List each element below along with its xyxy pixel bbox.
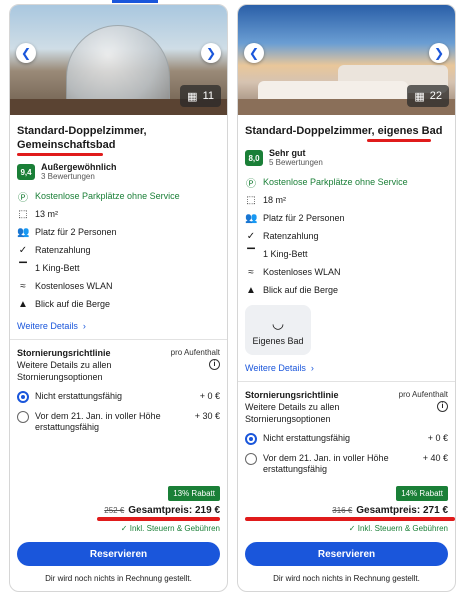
feature-occupancy: 👥 Platz für 2 Personen	[17, 226, 117, 238]
redaction-mark	[367, 139, 431, 142]
rating-label: Außergewöhnlich	[41, 162, 117, 172]
rating-count: 5 Bewertungen	[269, 158, 323, 167]
rating-score: 9,4	[17, 164, 35, 180]
room-photo[interactable]: ❮ ❯ ▦ 11	[10, 5, 227, 115]
cancel-option-nonrefundable[interactable]: Nicht erstattungsfähig + 0 €	[17, 391, 220, 403]
radio-selected[interactable]	[17, 391, 29, 403]
price-block: 13% Rabatt 252 € Gesamtpreis: 219 € ✓ In…	[10, 483, 227, 591]
feature-bed: ▔ 1 King-Bett	[245, 245, 448, 263]
people-icon: 👥	[245, 212, 258, 224]
feature-wifi: ≈ Kostenloses WLAN	[245, 263, 448, 281]
feature-payment: ✓ Ratenzahlung	[246, 230, 319, 242]
feature-parking: Ⓟ Kostenlose Parkplätze ohne Service	[245, 173, 448, 191]
old-price: 252 €	[104, 506, 125, 515]
discount-badge: 14% Rabatt	[396, 486, 448, 501]
billing-note: Dir wird noch nichts in Rechnung gestell…	[273, 574, 420, 583]
wifi-icon: ≈	[20, 280, 26, 292]
feature-view: ▲ Blick auf die Berge	[18, 298, 111, 310]
cancellation-title: Stornierungsrichtlinie	[245, 390, 339, 400]
amenity-private-bath: ◡ Eigenes Bad	[245, 305, 311, 355]
feature-view: ▲ Blick auf die Berge	[246, 284, 339, 296]
price-block: 14% Rabatt 316 € Gesamtpreis: 271 € ✓ In…	[238, 483, 455, 591]
size-icon: ⬚	[18, 208, 28, 220]
radio-unselected[interactable]	[245, 453, 257, 465]
bed-icon: ▔	[19, 262, 27, 274]
reserve-button[interactable]: Reservieren	[17, 542, 220, 566]
cancellation-description: Weitere Details zu allen Stornierungsopt…	[245, 402, 340, 424]
check-icon: ✓	[18, 244, 28, 256]
cancel-option-refundable[interactable]: Vor dem 21. Jan. in voller Höhe erstattu…	[17, 411, 220, 433]
more-details-link[interactable]: Weitere Details ›	[245, 363, 448, 373]
room-title: Standard-Doppelzimmer, Gemeinschaftsbad	[17, 125, 147, 151]
rating-count: 3 Bewertungen	[41, 172, 95, 181]
gallery-icon: ▦	[187, 90, 198, 103]
reserve-button[interactable]: Reservieren	[245, 542, 448, 566]
radio-selected[interactable]	[245, 433, 257, 445]
check-icon: ✓	[120, 524, 130, 533]
bed-icon: ▔	[247, 248, 255, 260]
cancellation-title: Stornierungsrichtlinie	[17, 348, 111, 358]
feature-size: ⬚ 18 m²	[246, 194, 287, 206]
feature-payment: ✓ Ratenzahlung	[18, 244, 91, 256]
feature-occupancy: 👥 Platz für 2 Personen	[245, 212, 345, 224]
rating: 9,4 Außergewöhnlich 3 Bewertungen	[17, 162, 220, 182]
photo-count-badge[interactable]: ▦ 22	[407, 85, 449, 107]
discount-badge: 13% Rabatt	[168, 486, 220, 501]
chevron-right-icon[interactable]: ❯	[201, 43, 221, 63]
photo-count-badge[interactable]: ▦ 11	[180, 85, 221, 107]
parking-icon: Ⓟ	[18, 192, 28, 204]
bathtub-icon: ◡	[271, 314, 285, 331]
old-price: 316 €	[332, 506, 353, 515]
check-icon: ✓	[246, 230, 256, 242]
info-icon[interactable]: i	[437, 401, 448, 412]
rating-score: 8,0	[245, 150, 263, 166]
cancellation-description: Weitere Details zu allen Stornierungsopt…	[17, 360, 112, 382]
rating-label: Sehr gut	[269, 148, 306, 158]
radio-unselected[interactable]	[17, 411, 29, 423]
taxes-note: ✓ Inkl. Steuern & Gebühren	[120, 524, 220, 533]
feature-wifi: ≈ Kostenloses WLAN	[17, 277, 220, 295]
per-stay-label: pro Aufenthalt	[170, 348, 220, 357]
active-tab-indicator	[112, 0, 158, 3]
total-price: Gesamtpreis: 219 €	[128, 505, 220, 516]
per-stay-label: pro Aufenthalt	[398, 390, 448, 399]
mountain-icon: ▲	[18, 298, 28, 310]
room-card: ❮ ❯ ▦ 22 Standard-Doppelzimmer, eigenes …	[237, 4, 456, 592]
room-photo[interactable]: ❮ ❯ ▦ 22	[238, 5, 455, 115]
redaction-mark	[17, 153, 103, 156]
feature-size: ⬚ 13 m²	[18, 208, 59, 220]
taxes-note: ✓ Inkl. Steuern & Gebühren	[348, 524, 448, 533]
info-icon[interactable]: i	[209, 359, 220, 370]
total-price: Gesamtpreis: 271 €	[356, 505, 448, 516]
size-icon: ⬚	[246, 194, 256, 206]
feature-bed: ▔ 1 King-Bett	[17, 259, 220, 277]
check-icon: ✓	[348, 524, 358, 533]
chevron-right-icon[interactable]: ❯	[429, 43, 449, 63]
wifi-icon: ≈	[248, 266, 254, 278]
billing-note: Dir wird noch nichts in Rechnung gestell…	[45, 574, 192, 583]
cancel-option-refundable[interactable]: Vor dem 21. Jan. in voller Höhe erstattu…	[245, 453, 448, 475]
gallery-icon: ▦	[414, 90, 425, 103]
chevron-left-icon[interactable]: ❮	[244, 43, 264, 63]
cancellation-policy: Stornierungsrichtlinie pro Aufenthalt We…	[10, 340, 227, 433]
redaction-mark	[97, 517, 220, 521]
redaction-mark	[245, 517, 455, 521]
mountain-icon: ▲	[246, 284, 256, 296]
chevron-right-icon: ›	[80, 321, 86, 331]
feature-parking: Ⓟ Kostenlose Parkplätze ohne Service	[17, 187, 220, 205]
cancellation-policy: Stornierungsrichtlinie pro Aufenthalt We…	[238, 382, 455, 475]
chevron-left-icon[interactable]: ❮	[16, 43, 36, 63]
rating: 8,0 Sehr gut 5 Bewertungen	[245, 148, 448, 168]
people-icon: 👥	[17, 226, 30, 238]
chevron-right-icon: ›	[308, 363, 314, 373]
room-title: Standard-Doppelzimmer, eigenes Bad	[245, 125, 443, 137]
cancel-option-nonrefundable[interactable]: Nicht erstattungsfähig + 0 €	[245, 433, 448, 445]
room-card: ❮ ❯ ▦ 11 Standard-Doppelzimmer, Gemeinsc…	[9, 4, 228, 592]
parking-icon: Ⓟ	[246, 178, 256, 190]
more-details-link[interactable]: Weitere Details ›	[17, 321, 220, 331]
